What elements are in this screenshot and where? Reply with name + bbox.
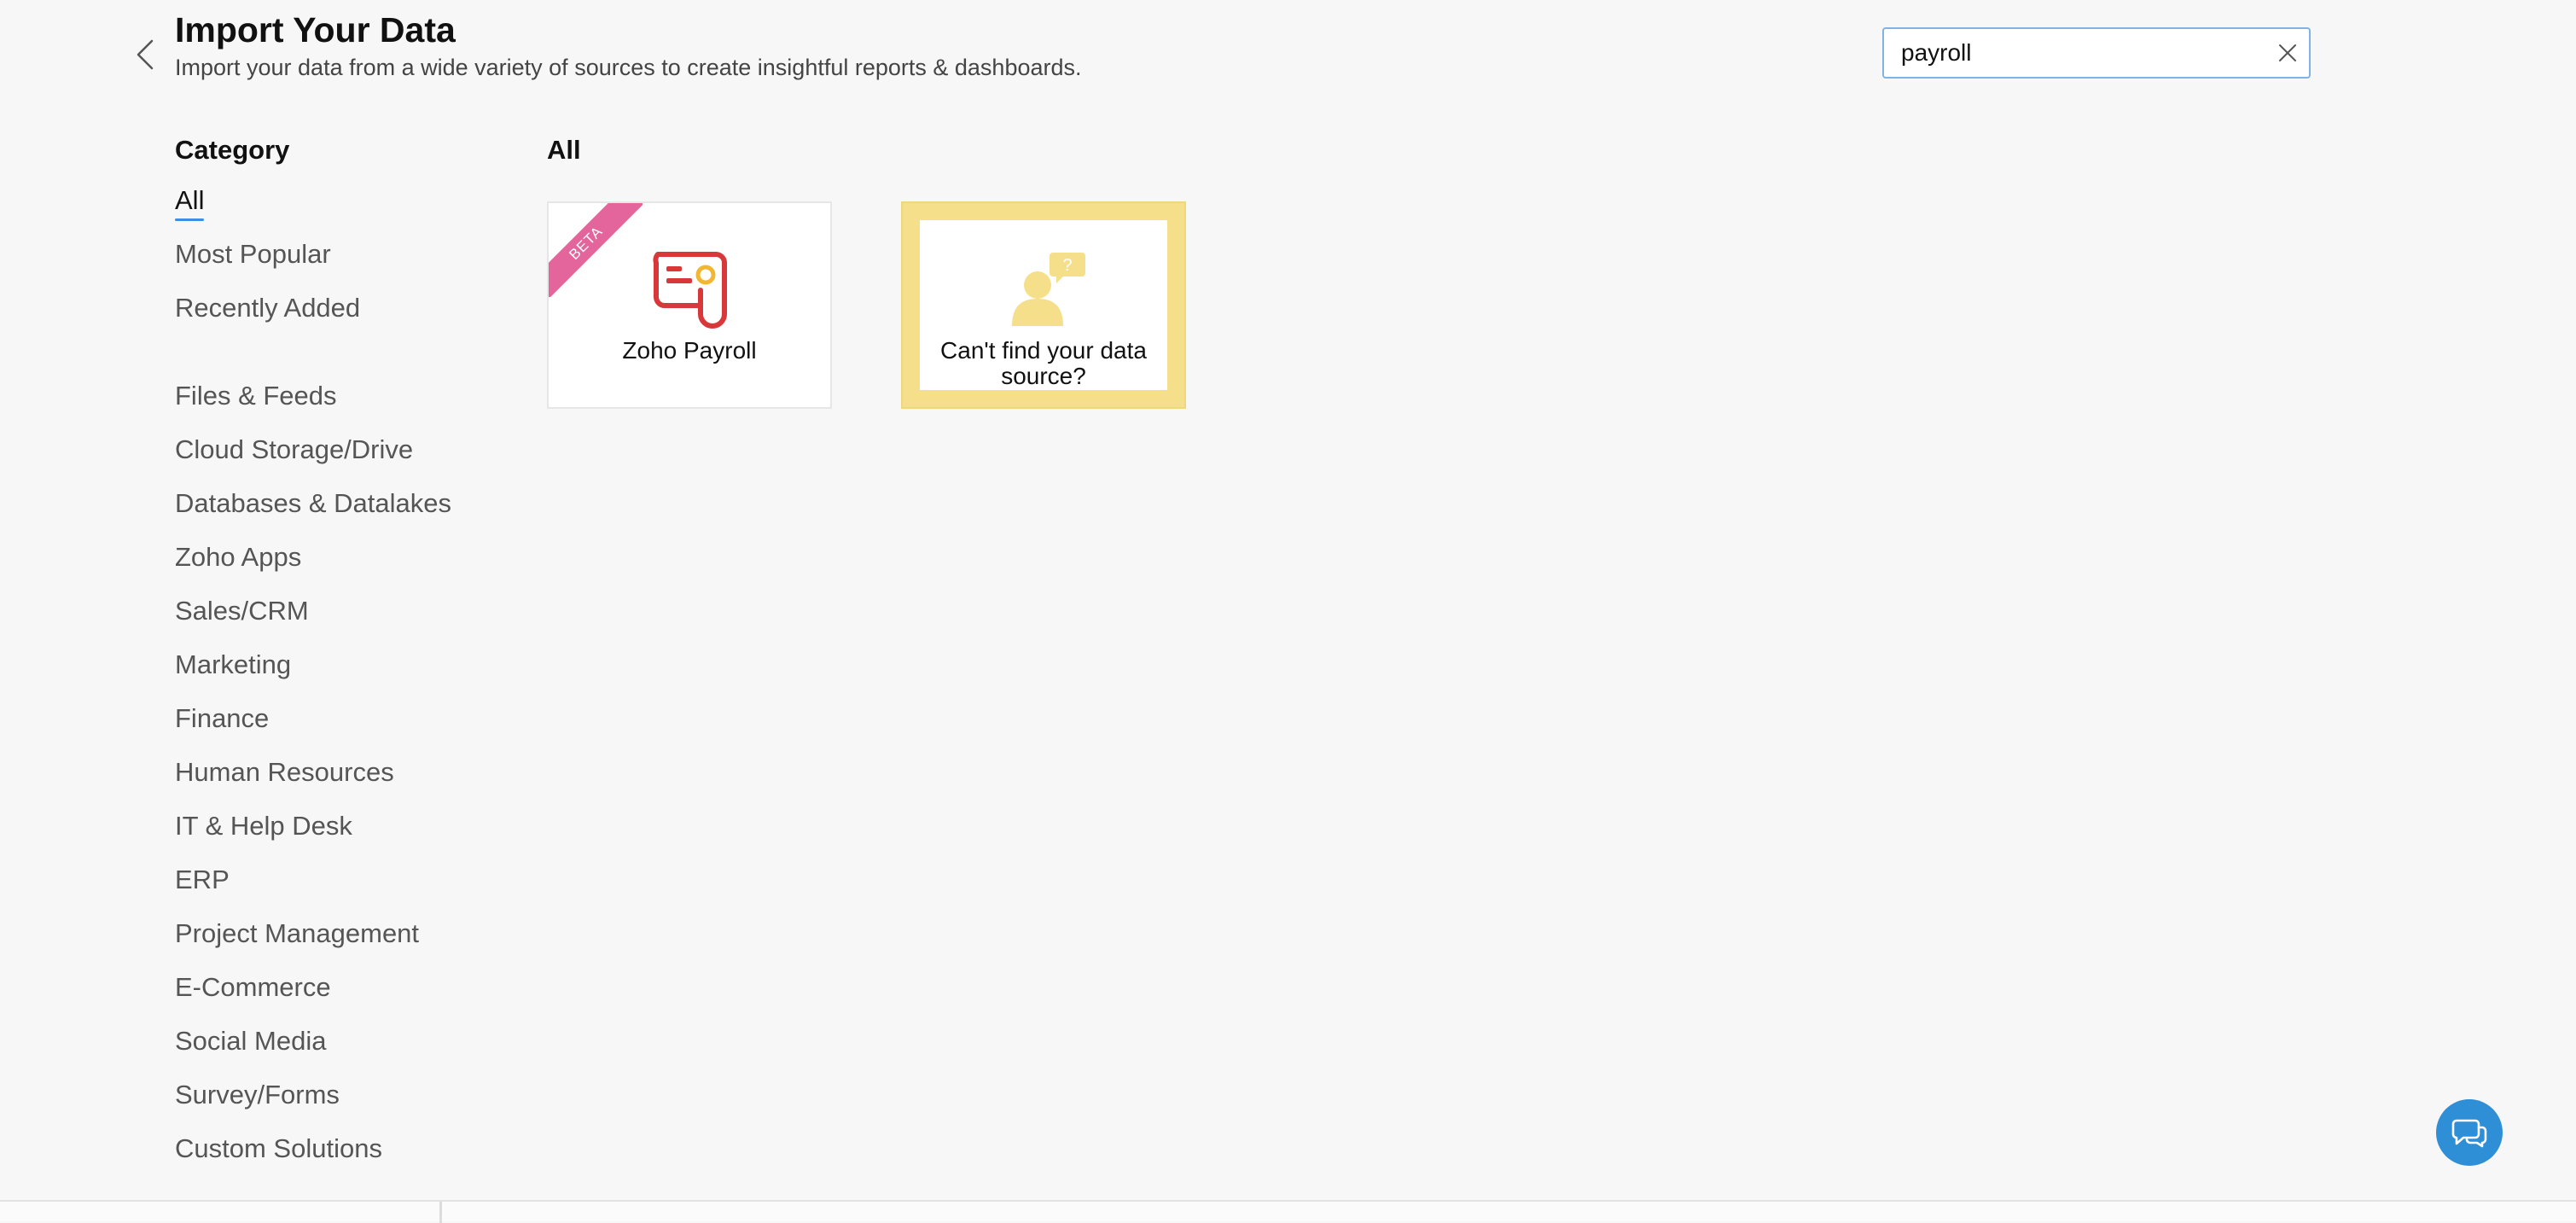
divider [439, 1202, 442, 1223]
sidebar-item-erp[interactable]: ERP [175, 863, 230, 897]
sidebar-item-finance[interactable]: Finance [175, 702, 269, 736]
sidebar-item-databases[interactable]: Databases & Datalakes [175, 486, 451, 521]
chat-support-button[interactable] [2436, 1099, 2503, 1166]
category-heading: Category [175, 135, 290, 165]
close-icon [2279, 44, 2296, 61]
card-label-line2: source? [1001, 363, 1086, 389]
search-input[interactable] [1884, 29, 2266, 77]
sidebar-item-zoho-apps[interactable]: Zoho Apps [175, 540, 301, 574]
sidebar-item-social-media[interactable]: Social Media [175, 1024, 326, 1058]
sidebar-item-human-resources[interactable]: Human Resources [175, 755, 394, 789]
search-box [1882, 27, 2311, 79]
sidebar-item-it-help-desk[interactable]: IT & Help Desk [175, 809, 352, 843]
bottom-status-strip [0, 1200, 2576, 1223]
sidebar-item-marketing[interactable]: Marketing [175, 648, 291, 682]
sidebar-item-most-popular[interactable]: Most Popular [175, 237, 331, 271]
section-heading: All [547, 135, 581, 165]
sidebar-item-recently-added[interactable]: Recently Added [175, 291, 360, 325]
sidebar-item-e-commerce[interactable]: E-Commerce [175, 970, 331, 1005]
chat-icon [2451, 1119, 2487, 1148]
cant-find-source-card[interactable]: ? Can't find your data source? [901, 201, 1186, 409]
sidebar-item-files-feeds[interactable]: Files & Feeds [175, 379, 337, 413]
sidebar-item-all[interactable]: All [175, 183, 205, 221]
sidebar-item-custom-solutions[interactable]: Custom Solutions [175, 1132, 382, 1166]
sidebar-item-project-management[interactable]: Project Management [175, 917, 419, 951]
page-title: Import Your Data [175, 10, 456, 50]
back-button[interactable] [130, 38, 160, 72]
zoho-payroll-card[interactable]: BETA Zoho Payroll [547, 201, 832, 409]
svg-text:?: ? [1062, 256, 1072, 275]
page-subtitle: Import your data from a wide variety of … [175, 55, 1082, 80]
sidebar-item-survey-forms[interactable]: Survey/Forms [175, 1078, 340, 1112]
chevron-left-icon [137, 39, 154, 70]
card-label: Zoho Payroll [622, 337, 757, 364]
card-label-line1: Can't find your data [940, 337, 1147, 364]
person-question-icon: ? [1012, 253, 1085, 326]
sidebar-item-sales-crm[interactable]: Sales/CRM [175, 594, 309, 628]
sidebar-item-cloud-storage[interactable]: Cloud Storage/Drive [175, 433, 413, 467]
clear-search-button[interactable] [2266, 29, 2309, 77]
beta-badge: BETA [549, 203, 643, 297]
payroll-icon [653, 252, 727, 329]
